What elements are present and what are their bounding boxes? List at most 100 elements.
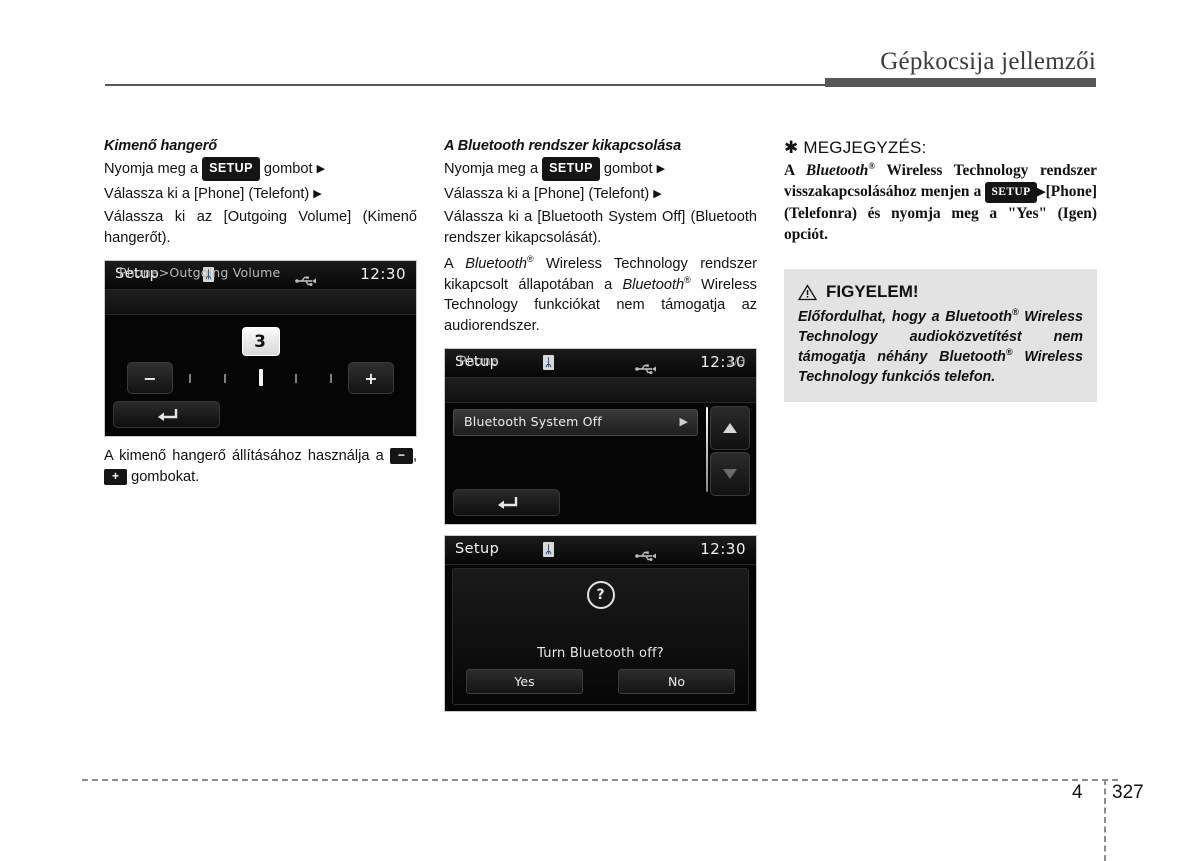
- note-heading-text: MEGJEGYZÉS:: [803, 138, 927, 157]
- caption-comma: ,: [412, 448, 417, 464]
- warning-heading-text: FIGYELEM!: [826, 282, 919, 301]
- slider-tick: [295, 374, 297, 383]
- screen-clock: 12:30: [700, 540, 746, 558]
- bluetooth-wordmark: Bluetooth: [939, 349, 1006, 365]
- plus-key-icon: +: [104, 468, 128, 485]
- setup-button-pill[interactable]: SETUP: [985, 181, 1037, 203]
- registered-mark: ®: [1011, 307, 1019, 318]
- back-button[interactable]: [453, 489, 560, 516]
- page-title: Gépkocsija jellemzői: [880, 48, 1096, 75]
- instruction-line-2: Válassza ki a [Phone] (Telefont) ▶: [104, 184, 417, 206]
- instruction-line-1: Nyomja meg a SETUP gombot ▶: [444, 157, 757, 182]
- volume-value: 3: [254, 331, 267, 352]
- volume-value-display: 3: [241, 327, 280, 356]
- header-accent-bar: [825, 78, 1096, 87]
- step-arrow-icon: ▶: [313, 187, 322, 200]
- bluetooth-icon: ᛦ: [543, 355, 554, 370]
- usb-icon: [635, 546, 657, 561]
- screen-breadcrumb: Phone: [459, 353, 499, 368]
- footer-page-number: 327: [1112, 782, 1144, 803]
- column-notes: ✱ MEGJEGYZÉS: A Bluetooth® Wireless Tech…: [784, 138, 1097, 402]
- paragraph-text: A: [444, 256, 453, 272]
- step-arrow-icon: ▶: [1036, 185, 1046, 198]
- headunit-screen-outgoing-volume[interactable]: Setup ᛦ 12:30 Phone>Outgoing Volume 3 − …: [104, 260, 417, 437]
- chevron-right-icon: ▶: [679, 415, 688, 428]
- usb-icon-svg: [635, 551, 656, 561]
- note-text: A: [784, 162, 795, 179]
- dialog-message: Turn Bluetooth off?: [537, 646, 664, 661]
- question-mark-icon: ?: [586, 581, 615, 609]
- slider-tick: [189, 374, 191, 383]
- bluetooth-wordmark: Bluetooth: [465, 256, 527, 272]
- step-arrow-icon: ▶: [656, 163, 666, 175]
- back-arrow-icon: [157, 408, 177, 421]
- setup-button-pill[interactable]: SETUP: [542, 157, 600, 181]
- instruction-line-1: Nyomja meg a SETUP gombot ▶: [104, 157, 417, 182]
- caption-text: gombokat.: [131, 468, 200, 485]
- usb-icon: [295, 271, 317, 286]
- instruction-text: Válassza ki a [Phone] (Telefont): [104, 185, 310, 202]
- screen-clock: 12:30: [360, 265, 406, 283]
- step-arrow-icon: ▶: [653, 187, 662, 200]
- footer-divider-horizontal: [82, 779, 1118, 781]
- screen-breadcrumb-bar: [445, 378, 756, 403]
- scroll-down-button[interactable]: [710, 452, 750, 496]
- volume-slider-ticks[interactable]: [189, 369, 337, 387]
- screen-breadcrumb-bar: [105, 290, 416, 315]
- minus-key-icon: −: [389, 448, 413, 464]
- list-item-bluetooth-system-off[interactable]: Bluetooth System Off ▶: [453, 409, 698, 436]
- bluetooth-wordmark: Bluetooth: [945, 309, 1012, 325]
- paragraph-bluetooth-off-note: A Bluetooth® Wireless Technology rendsze…: [444, 254, 757, 336]
- usb-icon-svg: [295, 276, 316, 286]
- note-body: A Bluetooth® Wireless Technology rendsze…: [784, 161, 1097, 245]
- triangle-down-icon: [723, 469, 737, 479]
- footer-divider-vertical: [1104, 779, 1106, 861]
- section-heading-bluetooth-off: A Bluetooth rendszer kikapcsolása: [444, 138, 682, 154]
- slider-tick: [330, 374, 332, 383]
- back-button[interactable]: [113, 401, 220, 428]
- warning-box: FIGYELEM! Előfordulhat, hogy a Bluetooth…: [784, 269, 1097, 402]
- registered-mark: ®: [1005, 347, 1013, 358]
- bluetooth-wordmark: Bluetooth: [622, 276, 685, 293]
- note-heading: ✱ MEGJEGYZÉS:: [784, 138, 1097, 158]
- instruction-line-3: Válassza ki az [Outgoing Volume] (Kimenő…: [104, 209, 417, 246]
- registered-mark: ®: [684, 274, 691, 285]
- step-arrow-icon: ▶: [316, 163, 326, 175]
- instruction-line-2: Válassza ki a [Phone] (Telefont) ▶: [444, 184, 757, 206]
- bluetooth-wordmark: Bluetooth: [805, 162, 869, 179]
- instruction-text: Nyomja meg a: [444, 161, 539, 177]
- instruction-line-3: Válassza ki a [Bluetooth System Off] (Bl…: [444, 209, 757, 246]
- warning-triangle-icon: [798, 283, 817, 300]
- volume-decrease-button[interactable]: −: [127, 362, 173, 394]
- bluetooth-icon: ᛦ: [543, 542, 554, 557]
- headunit-screen-phone-list[interactable]: Setup ᛦ 12:30 Phone 3/3 Bluetooth System…: [444, 348, 757, 525]
- usb-icon-svg: [635, 364, 656, 374]
- section-heading-outgoing-volume: Kimenő hangerő: [104, 138, 218, 154]
- instruction-text: Válassza ki a [Phone] (Telefont): [444, 185, 650, 202]
- screen-breadcrumb: Phone>Outgoing Volume: [119, 265, 281, 280]
- caption-volume-adjust: A kimenő hangerő állításához használja a…: [104, 446, 417, 487]
- confirm-dialog: ? Turn Bluetooth off? Yes No: [452, 568, 749, 705]
- headunit-screen-confirm-dialog[interactable]: Setup ᛦ 12:30 ? Turn Bluetooth off? Yes …: [444, 535, 757, 712]
- volume-increase-button[interactable]: +: [348, 362, 394, 394]
- warning-text: Előfordulhat, hogy a: [798, 309, 940, 325]
- dialog-no-button[interactable]: No: [618, 669, 735, 694]
- scrollbar-track[interactable]: [706, 407, 708, 492]
- setup-button-pill[interactable]: SETUP: [202, 157, 260, 181]
- page-header: Gépkocsija jellemzői: [0, 48, 1200, 92]
- caption-text: A kimenő hangerő állításához használja a: [104, 448, 384, 464]
- screen-title: Setup: [455, 541, 500, 557]
- registered-mark: ®: [868, 160, 876, 171]
- asterisk-icon: ✱: [784, 138, 799, 157]
- slider-tick-active: [259, 369, 263, 386]
- triangle-up-icon: [723, 423, 737, 433]
- footer-chapter-number: 4: [1072, 782, 1083, 803]
- list-item-label: Bluetooth System Off: [464, 414, 602, 429]
- screen-page-indicator: 3/3: [726, 354, 746, 368]
- back-arrow-icon: [497, 496, 517, 509]
- bluetooth-glyph: ᛦ: [545, 543, 552, 556]
- column-bluetooth-off: A Bluetooth rendszer kikapcsolása Nyomja…: [444, 138, 757, 712]
- dialog-yes-button[interactable]: Yes: [466, 669, 583, 694]
- scroll-up-button[interactable]: [710, 406, 750, 450]
- instruction-text: Nyomja meg a: [104, 161, 199, 177]
